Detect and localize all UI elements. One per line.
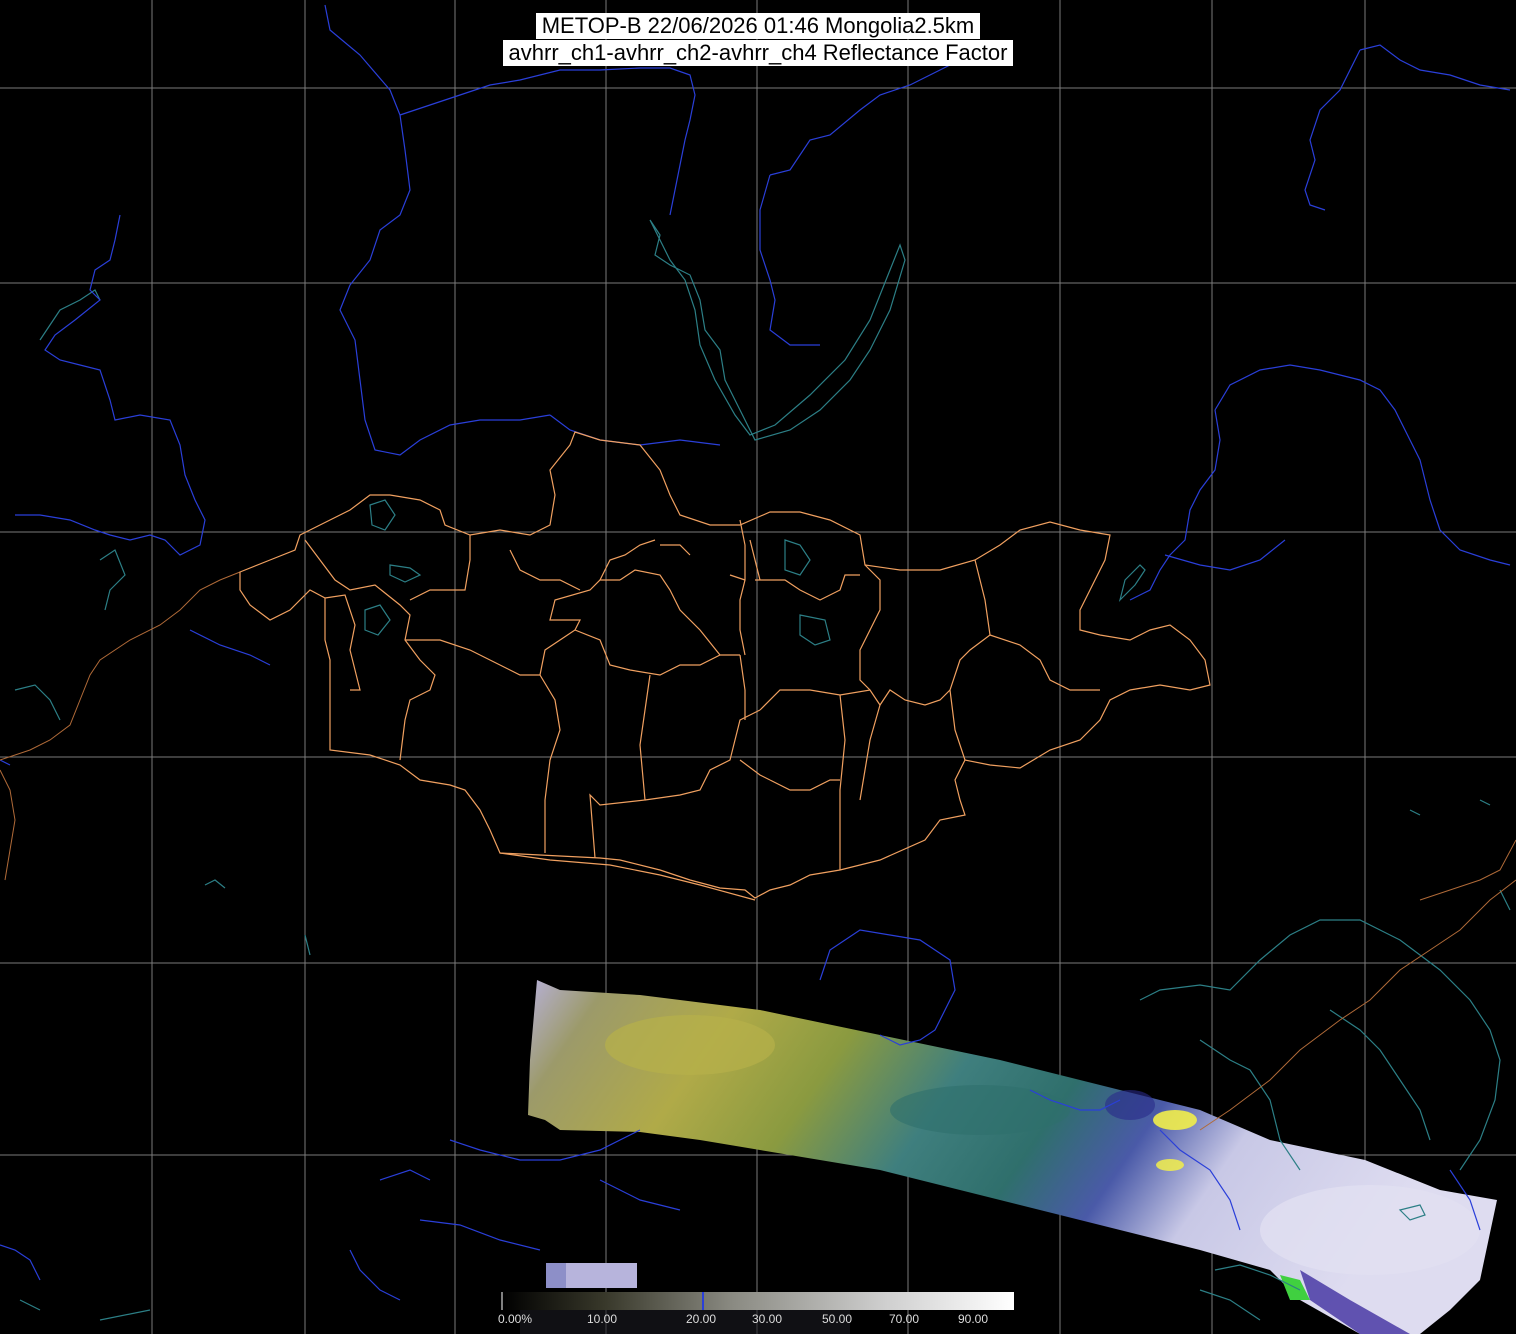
colorbar-label-1: 10.00 [587,1312,618,1326]
colorbar-label-0: 0.00% [498,1312,533,1326]
colorbar-label-4: 50.00 [822,1312,853,1326]
satellite-swath [528,980,1497,1334]
mongolia-provinces [239,431,1211,901]
colorbar-gradient [502,1292,1014,1310]
colorbar-label-3: 30.00 [752,1312,783,1326]
colorbar-label-6: 90.00 [958,1312,989,1326]
colorbar-label-5: 70.00 [889,1312,920,1326]
satellite-map [0,0,1516,1334]
colorbar-label-2: 20.00 [686,1312,717,1326]
